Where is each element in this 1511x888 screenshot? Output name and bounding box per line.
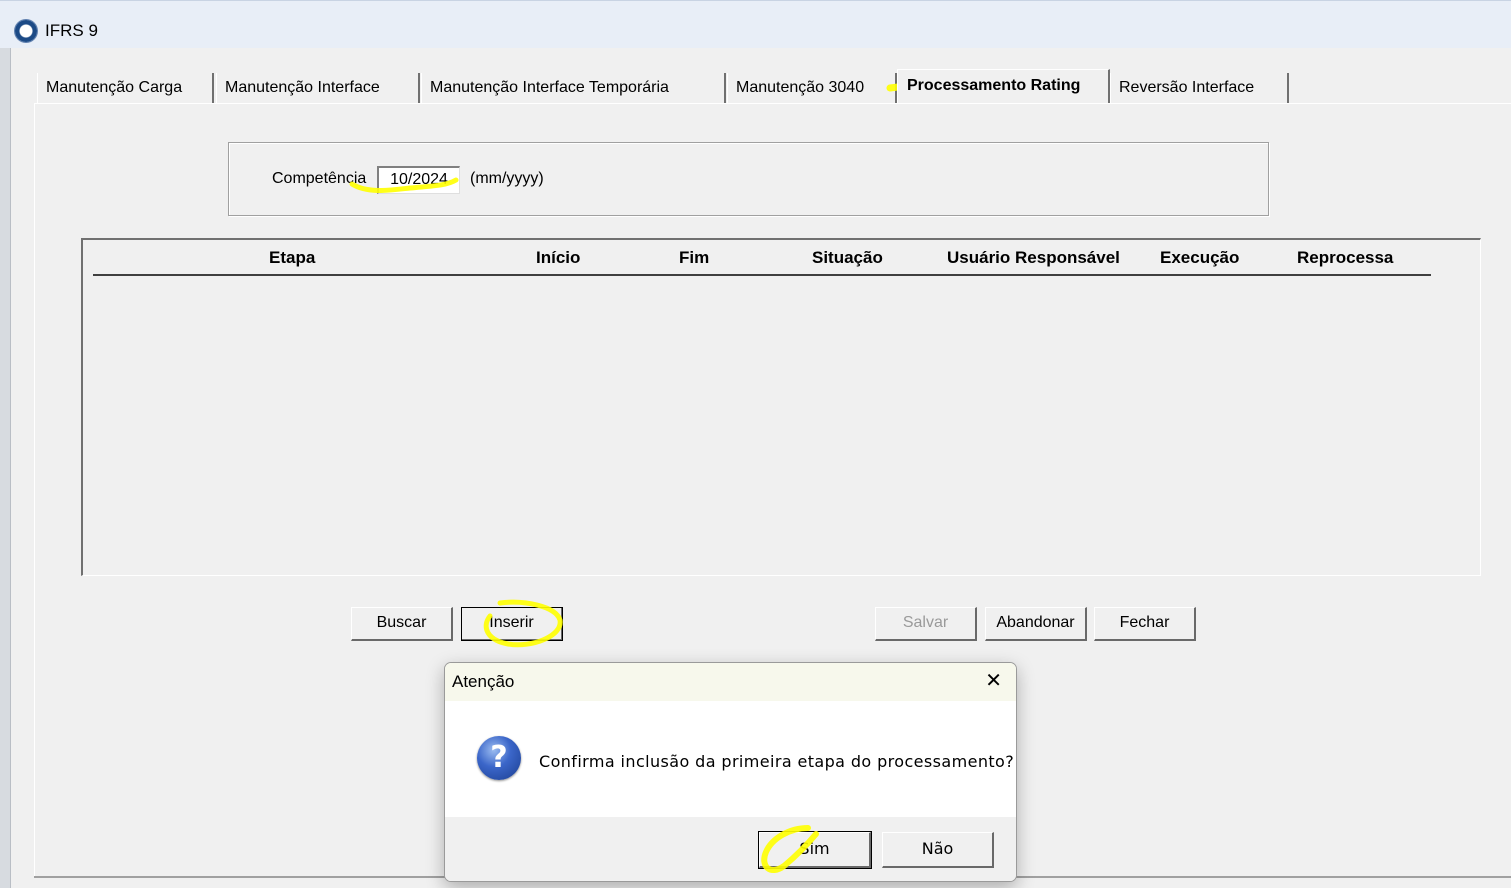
- window-left-edge: [0, 48, 11, 888]
- etapas-grid[interactable]: [81, 238, 1481, 576]
- tab-label: Manutenção Interface: [225, 79, 380, 96]
- question-icon: ?: [477, 736, 521, 780]
- abandonar-button[interactable]: Abandonar: [985, 607, 1087, 641]
- window-title-bar: IFRS 9: [0, 0, 1511, 48]
- competencia-input[interactable]: 10/2024: [377, 166, 460, 194]
- tab-label: Manutenção Interface Temporária: [430, 79, 669, 96]
- column-header-situacao[interactable]: Situação: [812, 248, 883, 268]
- dialog-message: Confirma inclusão da primeira etapa do p…: [539, 752, 1015, 771]
- confirm-dialog: Atenção ✕ ? Confirma inclusão da primeir…: [444, 662, 1017, 882]
- salvar-button[interactable]: Salvar: [875, 607, 977, 641]
- column-header-fim[interactable]: Fim: [679, 248, 709, 268]
- nao-button[interactable]: Não: [882, 832, 994, 868]
- date-format-hint: (mm/yyyy): [470, 170, 544, 187]
- dialog-title-bar: Atenção ✕: [445, 663, 1016, 701]
- inserir-button[interactable]: Inserir: [461, 607, 563, 641]
- tab-manutencao-interface-temporaria[interactable]: Manutenção Interface Temporária: [421, 73, 726, 103]
- tab-manutencao-interface[interactable]: Manutenção Interface: [216, 73, 420, 103]
- tab-panel-left-border: [34, 103, 35, 878]
- close-icon[interactable]: ✕: [985, 671, 1002, 691]
- window-title: IFRS 9: [45, 21, 98, 40]
- tab-label: Manutenção 3040: [736, 79, 865, 96]
- tab-label: Reversão Interface: [1119, 79, 1255, 96]
- tab-processamento-rating[interactable]: Processamento Rating: [897, 69, 1110, 103]
- dialog-title: Atenção: [452, 672, 515, 691]
- column-header-inicio[interactable]: Início: [536, 248, 580, 268]
- tab-label: Manutenção Carga: [46, 79, 183, 96]
- column-header-usuario-responsavel[interactable]: Usuário Responsável: [947, 248, 1120, 268]
- fechar-button[interactable]: Fechar: [1094, 607, 1196, 641]
- tab-label: Processamento Rating: [907, 77, 1081, 94]
- app-logo-icon: [15, 20, 37, 42]
- tab-reversao-interface[interactable]: Reversão Interface: [1110, 73, 1289, 103]
- buscar-button[interactable]: Buscar: [351, 607, 453, 641]
- sim-button[interactable]: Sim: [759, 832, 871, 868]
- tab-panel-top-border: [34, 103, 1511, 104]
- column-header-execucao[interactable]: Execução: [1160, 248, 1239, 268]
- grid-header-divider: [93, 274, 1431, 276]
- competencia-label: Competência: [272, 170, 367, 187]
- tab-manutencao-carga[interactable]: Manutenção Carga: [37, 73, 214, 103]
- column-header-reprocessa[interactable]: Reprocessa: [1297, 248, 1393, 268]
- column-header-etapa[interactable]: Etapa: [269, 248, 315, 268]
- tab-manutencao-3040[interactable]: Manutenção 3040: [727, 73, 897, 103]
